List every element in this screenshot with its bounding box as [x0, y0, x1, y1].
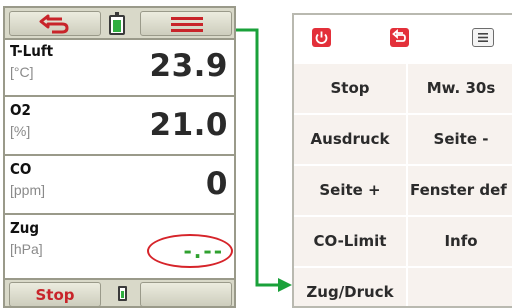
power-button[interactable]	[312, 28, 331, 47]
menu-toggle-button[interactable]	[472, 28, 494, 47]
menu-item-ausdruck[interactable]: Ausdruck	[294, 115, 406, 164]
back-arrow-icon	[392, 29, 406, 42]
menu-item-seite-plus[interactable]: Seite +	[294, 166, 406, 215]
menu-item-zug-druck[interactable]: Zug/Druck	[294, 268, 406, 306]
menu-top-bar	[294, 15, 512, 62]
menu-lines-icon	[478, 33, 488, 42]
menu-item-empty	[408, 268, 512, 306]
menu-item-info[interactable]: Info	[408, 217, 512, 266]
menu-item-co-limit[interactable]: CO-Limit	[294, 217, 406, 266]
menu-item-fenster-def[interactable]: Fenster def	[408, 166, 512, 215]
power-icon	[315, 31, 328, 44]
menu-item-seite-minus[interactable]: Seite -	[408, 115, 512, 164]
menu-item-mw-30s[interactable]: Mw. 30s	[408, 64, 512, 113]
menu-screen: Stop Mw. 30s Ausdruck Seite - Seite + Fe…	[292, 13, 512, 308]
menu-back-button[interactable]	[390, 28, 409, 47]
menu-item-stop[interactable]: Stop	[294, 64, 406, 113]
